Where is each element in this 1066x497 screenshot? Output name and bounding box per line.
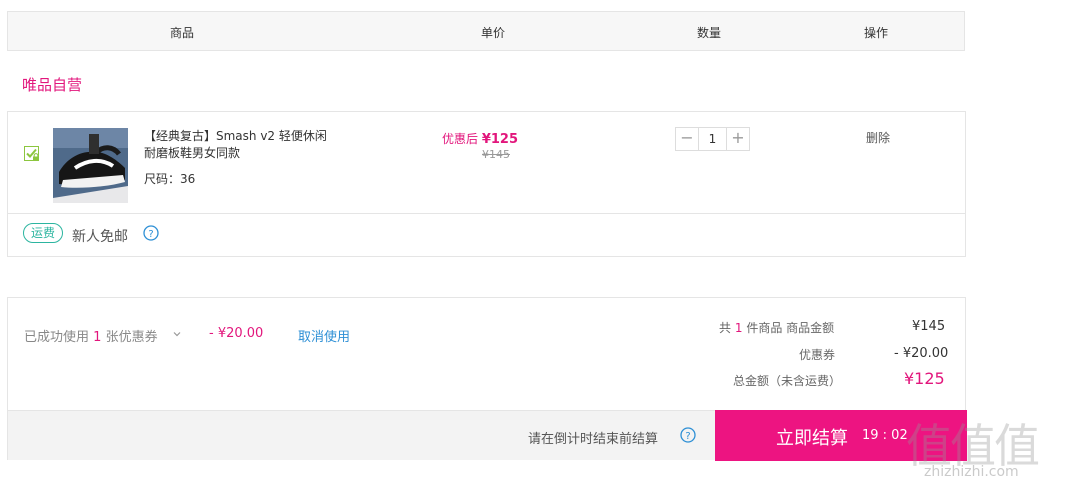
watermark-url: zhizhizhi.com [924, 464, 1019, 480]
checkout-bar: 请在倒计时结束前结算 ? 立即结算 19 : 02 [8, 410, 967, 461]
lock-icon [33, 153, 39, 161]
product-size: 尺码：36 [144, 172, 196, 186]
cart-item: 【经典复古】Smash v2 轻便休闲耐磨板鞋男女同款 尺码：36 优惠后 ¥1… [7, 111, 966, 257]
goods-count-label: 共 1 件商品 商品金额 [719, 319, 834, 336]
help-icon[interactable]: ? [680, 427, 696, 443]
qty-value[interactable]: 1 [698, 128, 727, 150]
count-value: 1 [734, 321, 743, 335]
coupon-suffix: 张优惠券 [105, 330, 158, 345]
store-name: 唯品自营 [22, 76, 83, 94]
grand-total: ¥125 [904, 369, 945, 388]
coupon-label: 优惠券 [799, 348, 836, 362]
help-icon[interactable]: ? [143, 225, 159, 241]
price-label: 优惠后 [442, 132, 479, 146]
cancel-coupon-link[interactable]: 取消使用 [298, 326, 350, 345]
delete-button[interactable]: 删除 [866, 129, 890, 146]
coupon-discount: - ¥20.00 [894, 346, 949, 361]
count-prefix: 共 [719, 321, 732, 335]
checkout-label: 立即结算 [776, 428, 848, 449]
svg-text:?: ? [685, 431, 690, 442]
header-product: 商品 [170, 26, 195, 40]
product-thumbnail[interactable] [53, 128, 128, 203]
header-quantity: 数量 [697, 26, 722, 40]
coupon-count: 1 [93, 330, 102, 345]
coupon-used[interactable]: 已成功使用 1 张优惠券 [24, 326, 158, 345]
divider [8, 213, 965, 214]
sneaker-image [53, 128, 128, 203]
svg-text:?: ? [148, 229, 153, 240]
qty-minus-button[interactable]: − [676, 128, 698, 150]
qty-plus-button[interactable]: + [727, 128, 749, 150]
grand-total-label: 总金额（未含运费） [733, 374, 842, 388]
order-summary: 已成功使用 1 张优惠券 - ¥20.00 取消使用 共 1 件商品 商品金额 … [7, 297, 967, 461]
coupon-amount: - ¥20.00 [209, 326, 264, 341]
coupon-prefix: 已成功使用 [24, 330, 90, 345]
header-price: 单价 [481, 26, 506, 40]
discounted-price: 优惠后 ¥125 [442, 130, 518, 147]
chevron-down-icon[interactable] [172, 329, 182, 339]
shipping-tag: 运费 [23, 223, 63, 243]
price-value: ¥125 [481, 132, 519, 147]
countdown-hint: 请在倒计时结束前结算 [528, 432, 659, 447]
header-action: 操作 [864, 26, 889, 40]
product-title[interactable]: 【经典复古】Smash v2 轻便休闲耐磨板鞋男女同款 [144, 128, 334, 162]
count-suffix: 件商品 商品金额 [746, 321, 835, 335]
goods-amount: ¥145 [912, 319, 946, 334]
watermark-logo: 值值值 zhizhizhi.com [900, 410, 1062, 494]
quantity-stepper: − 1 + [675, 127, 750, 151]
original-price: ¥145 [482, 148, 510, 161]
cart-table-header: 商品 单价 数量 操作 [7, 11, 965, 51]
shipping-text: 新人免邮 [72, 229, 128, 245]
